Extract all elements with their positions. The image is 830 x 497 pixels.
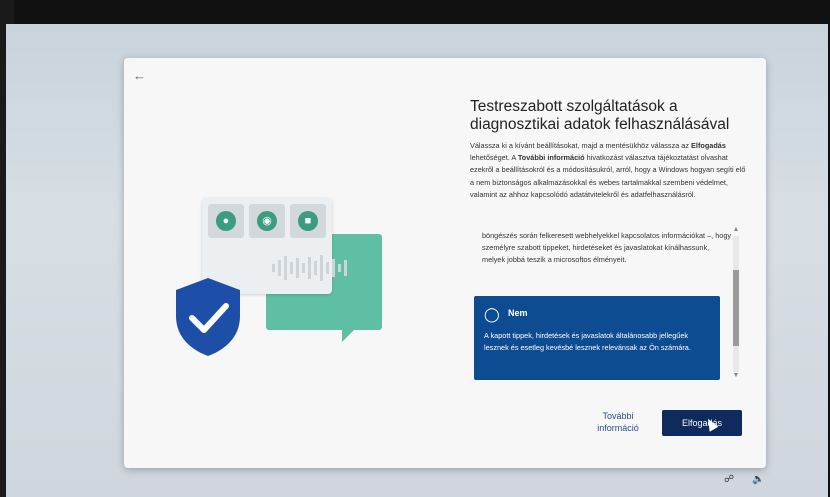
page-title: Testreszabott szolgáltatások a diagnoszt… xyxy=(470,98,730,133)
volume-icon[interactable]: 🔈 xyxy=(752,474,764,485)
lock-icon: ■ xyxy=(298,211,318,231)
shield-check-icon xyxy=(176,278,240,356)
scroll-description: böngészés során felkeresett webhelyekkel… xyxy=(482,231,732,265)
scroll-up-icon[interactable]: ▲ xyxy=(730,226,742,233)
lightbulb-icon: ◯ xyxy=(484,306,500,322)
location-icon: ● xyxy=(216,211,236,231)
intro-part-1: Válassza ki a kívánt beállításokat, majd… xyxy=(470,141,692,150)
option-title: Nem xyxy=(508,308,528,318)
scrollbar[interactable]: ▲ ▼ xyxy=(730,226,742,382)
back-arrow-icon[interactable]: ← xyxy=(133,68,146,83)
option-description: A kapott tippek, hirdetések és javaslato… xyxy=(484,331,691,352)
options-scroll-area[interactable]: böngészés során felkeresett webhelyekkel… xyxy=(474,226,742,380)
network-icon[interactable]: ☍ xyxy=(724,474,734,485)
audio-wave-icon xyxy=(272,255,347,281)
privacy-illustration: ● ◉ ■ xyxy=(174,198,394,398)
intro-bold-accept: Elfogadás xyxy=(691,141,726,150)
accept-button[interactable]: Elfogadás xyxy=(662,410,742,436)
chat-bubble-tail xyxy=(342,326,358,342)
option-no-card[interactable]: ◯ Nem A kapott tippek, hirdetések és jav… xyxy=(474,296,720,380)
more-info-link[interactable]: További információ xyxy=(590,410,646,434)
intro-part-2: lehetőséget. A xyxy=(470,153,518,163)
fingerprint-tile: ◉ xyxy=(249,204,285,238)
fingerprint-icon: ◉ xyxy=(257,211,277,231)
scroll-down-icon[interactable]: ▼ xyxy=(730,372,742,379)
intro-bold-more-info: További információ xyxy=(517,153,585,163)
scrollbar-thumb[interactable] xyxy=(733,270,739,346)
lock-tile: ■ xyxy=(290,204,326,238)
intro-text: Válassza ki a kívánt beállításokat, majd… xyxy=(470,140,746,201)
location-tile: ● xyxy=(208,204,244,238)
setup-card: ← ● ◉ ■ Testreszabott szolgáltatások a d… xyxy=(124,58,766,468)
